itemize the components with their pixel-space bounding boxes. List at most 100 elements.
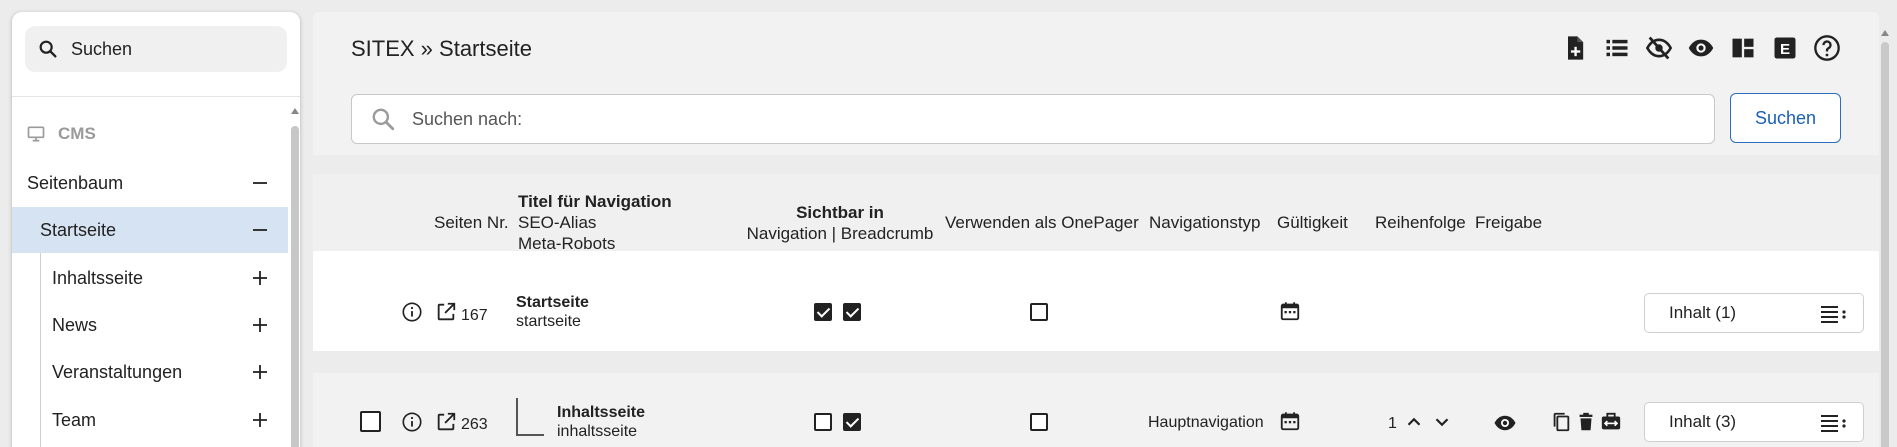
preview-button[interactable] (1687, 34, 1715, 62)
delete-icon[interactable] (1575, 411, 1597, 433)
chevron-up-icon[interactable] (1403, 411, 1425, 433)
sidebar-item-label: Startseite (40, 219, 117, 240)
sidebar-item-inhaltsseite[interactable]: Inhaltsseite (12, 255, 288, 301)
column-header-title: Titel für Navigation (518, 192, 672, 211)
scroll-up-arrow-icon[interactable] (1881, 30, 1889, 36)
elementor-icon: E (1774, 37, 1796, 59)
cms-section-label: CMS (58, 124, 96, 143)
nav-visible-checkbox[interactable] (814, 303, 832, 321)
nav-type: Hauptnavigation (1148, 414, 1264, 431)
open-external-icon[interactable] (435, 411, 457, 433)
page-number: 263 (461, 416, 488, 433)
row-select-checkbox[interactable] (360, 411, 381, 432)
main-panel: SITEX » Startseite E Suchen nach: Suchen… (313, 12, 1879, 447)
calendar-icon[interactable] (1279, 300, 1301, 322)
column-header-onepager: Verwenden als OnePager (945, 213, 1139, 232)
scroll-up-arrow-icon[interactable] (291, 108, 299, 114)
minus-icon[interactable] (248, 218, 272, 242)
sidebar-item-label: Team (52, 409, 97, 430)
hide-toggle-button[interactable] (1645, 34, 1673, 62)
calendar-icon[interactable] (1279, 410, 1301, 432)
onepager-checkbox[interactable] (1030, 303, 1048, 321)
open-external-icon[interactable] (435, 301, 457, 323)
sidebar-item-team[interactable]: Team (12, 397, 288, 443)
list-view-button[interactable] (1603, 34, 1631, 62)
search-input[interactable] (412, 108, 1612, 130)
column-header-release: Freigabe (1475, 213, 1543, 232)
menu-icon (1821, 306, 1846, 323)
eye-icon (1688, 39, 1714, 57)
table-header: Seiten Nr. Titel für Navigation SEO-Alia… (313, 174, 1879, 253)
search-icon (39, 40, 57, 58)
sidebar-item-label: Inhaltsseite (52, 267, 144, 288)
dashboard-icon (1732, 38, 1754, 58)
help-icon (1814, 35, 1840, 61)
new-page-icon (1568, 36, 1584, 60)
sidebar-item-startseite[interactable]: Startseite (12, 207, 288, 253)
table-row: 263 Inhaltsseite inhaltsseite Hauptnavig… (313, 373, 1879, 447)
tree-connector (516, 398, 544, 436)
monitor-icon (27, 126, 45, 142)
sidebar-scrollbar[interactable] (290, 104, 300, 447)
sidebar-search-label: Suchen (71, 38, 133, 59)
scrollbar-thumb[interactable] (291, 126, 299, 447)
move-icon[interactable] (1600, 411, 1622, 433)
column-header-nav-type: Navigationstyp (1149, 213, 1261, 232)
info-icon[interactable] (401, 301, 423, 323)
eye-icon[interactable] (1493, 411, 1517, 435)
plus-icon[interactable] (248, 313, 272, 337)
column-header-visible: Sichtbar in (796, 203, 884, 222)
column-header-visible-sub: Navigation | Breadcrumb (746, 224, 934, 243)
toolbar: E (1561, 34, 1841, 62)
elementor-button[interactable]: E (1771, 34, 1799, 62)
minus-icon[interactable] (248, 171, 272, 195)
page-alias: startseite (516, 313, 581, 330)
plus-icon[interactable] (248, 408, 272, 432)
sidebar-item-veranstaltungen[interactable]: Veranstaltungen (12, 349, 288, 395)
main-search-box[interactable] (351, 94, 1715, 144)
page-title: Inhaltsseite (557, 404, 646, 421)
sidebar-item-label: News (52, 314, 98, 335)
info-icon[interactable] (401, 411, 423, 433)
page-header: SITEX » Startseite E Suchen nach: Suchen (313, 12, 1879, 155)
layout-button[interactable] (1729, 34, 1757, 62)
plus-icon[interactable] (248, 266, 272, 290)
order-value: 1 (1388, 415, 1397, 432)
nav-visible-checkbox[interactable] (814, 413, 832, 431)
breadcrumb-visible-checkbox[interactable] (843, 303, 861, 321)
page-title: Startseite (516, 294, 589, 311)
copy-icon[interactable] (1550, 411, 1572, 433)
content-button-label: Inhalt (3) (1669, 412, 1737, 431)
plus-icon[interactable] (248, 360, 272, 384)
help-button[interactable] (1813, 34, 1841, 62)
column-header-validity: Gültigkeit (1277, 213, 1348, 232)
column-header-seo-alias: SEO-Alias (518, 213, 597, 232)
svg-text:E: E (1780, 41, 1790, 58)
sidebar: Suchen CMS Seitenbaum Startseite Inhalts… (12, 12, 300, 447)
page-scrollbar[interactable] (1880, 30, 1890, 447)
sidebar-item-news[interactable]: News (12, 302, 288, 348)
content-button-label: Inhalt (1) (1669, 303, 1737, 322)
content-button[interactable]: Inhalt (1) (1644, 293, 1864, 333)
table-row: 167 Startseite startseite Inhalt (1) (313, 251, 1879, 351)
page-alias: inhaltsseite (557, 423, 638, 440)
visibility-off-icon (1645, 36, 1673, 60)
breadcrumb: SITEX » Startseite (351, 36, 532, 61)
menu-icon (1821, 415, 1846, 432)
list-icon (1606, 39, 1628, 57)
chevron-down-icon[interactable] (1431, 411, 1453, 433)
breadcrumb-visible-checkbox[interactable] (843, 413, 861, 431)
column-header-page-no: Seiten Nr. (434, 213, 509, 232)
new-page-button[interactable] (1561, 34, 1589, 62)
content-button[interactable]: Inhalt (3) (1644, 402, 1864, 442)
sidebar-item-seitenbaum[interactable]: Seitenbaum (12, 160, 288, 206)
scrollbar-thumb[interactable] (1881, 42, 1889, 447)
sidebar-item-label: Seitenbaum (27, 172, 124, 193)
sidebar-search[interactable]: Suchen (25, 26, 287, 72)
column-header-order: Reihenfolge (1375, 213, 1466, 232)
page-number: 167 (461, 307, 488, 324)
sidebar-divider (12, 96, 300, 97)
search-icon (372, 108, 395, 131)
search-button[interactable]: Suchen (1730, 93, 1841, 143)
onepager-checkbox[interactable] (1030, 413, 1048, 431)
